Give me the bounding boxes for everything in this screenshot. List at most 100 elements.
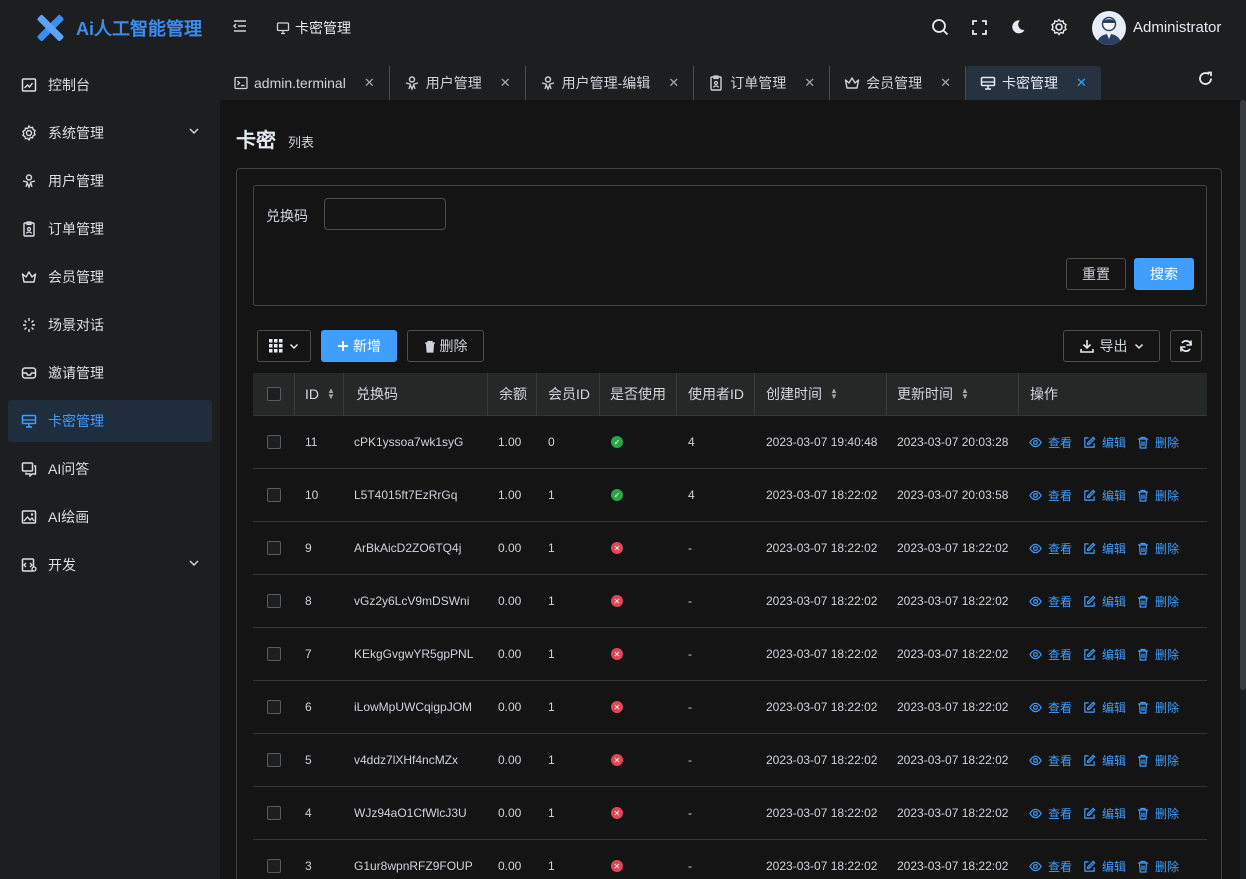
view-link[interactable]: 查看	[1029, 593, 1072, 610]
view-link[interactable]: 查看	[1029, 805, 1072, 822]
delete-link[interactable]: 删除	[1137, 805, 1179, 822]
collapse-menu-icon[interactable]	[232, 18, 248, 34]
view-link[interactable]: 查看	[1029, 487, 1072, 504]
eye-icon	[1029, 701, 1045, 714]
add-button[interactable]: 新增	[321, 330, 397, 362]
delete-link[interactable]: 删除	[1137, 646, 1179, 663]
delete-link[interactable]: 删除	[1137, 434, 1179, 451]
view-link[interactable]: 查看	[1029, 540, 1072, 557]
delete-link[interactable]: 删除	[1137, 858, 1179, 875]
sort-icon: ▲ ▼	[327, 386, 335, 401]
close-icon[interactable]: ✕	[804, 75, 815, 91]
cell-member-id: 1	[548, 859, 555, 873]
eye-icon	[1029, 754, 1045, 767]
delete-link[interactable]: 删除	[1137, 699, 1179, 716]
close-icon[interactable]: ✕	[364, 75, 375, 91]
delete-link[interactable]: 删除	[1137, 540, 1179, 557]
refresh-tabs-icon[interactable]	[1197, 70, 1214, 87]
view-label: 查看	[1048, 753, 1073, 768]
table-row: 4 WJz94aO1CfWlcJ3U 0.00 1 ✕ - 2023-03-07 18:22…	[253, 787, 1207, 840]
delete-link[interactable]: 删除	[1137, 487, 1179, 504]
edit-link[interactable]: 编辑	[1083, 487, 1126, 504]
row-checkbox[interactable]	[267, 435, 281, 449]
edit-link[interactable]: 编辑	[1083, 540, 1126, 557]
dark-mode-icon[interactable]	[1010, 19, 1026, 35]
view-link[interactable]: 查看	[1029, 858, 1072, 875]
select-all-checkbox[interactable]	[266, 387, 281, 401]
view-link[interactable]: 查看	[1029, 699, 1072, 716]
sidebar-item-5[interactable]: 场景对话	[8, 304, 212, 346]
sidebar-item-0[interactable]: 控制台	[8, 64, 212, 106]
row-checkbox[interactable]	[267, 806, 281, 820]
search-button[interactable]: 搜索	[1134, 258, 1194, 290]
unused-x-icon: ✕	[611, 860, 623, 872]
edit-label: 编辑	[1102, 806, 1127, 821]
tab-1[interactable]: 用户管理 ✕	[390, 66, 526, 100]
tab-2[interactable]: 用户管理-编辑 ✕	[526, 66, 695, 100]
sidebar-item-10[interactable]: 开发	[8, 544, 212, 586]
close-icon[interactable]: ✕	[940, 75, 951, 91]
view-link[interactable]: 查看	[1029, 434, 1072, 451]
cell-code: WJz94aO1CfWlcJ3U	[354, 806, 467, 820]
edit-link[interactable]: 编辑	[1083, 699, 1126, 716]
tab-5[interactable]: 卡密管理 ✕	[966, 66, 1101, 100]
row-checkbox[interactable]	[267, 647, 281, 661]
sidebar-item-8[interactable]: AI问答	[8, 448, 212, 490]
column-toggle-button[interactable]	[257, 330, 311, 362]
view-label: 查看	[1048, 647, 1073, 662]
reset-button[interactable]: 重置	[1066, 258, 1126, 290]
sidebar-item-7[interactable]: 卡密管理	[8, 400, 212, 442]
sidebar-item-2[interactable]: 用户管理	[8, 160, 212, 202]
close-icon[interactable]: ✕	[500, 75, 511, 91]
sidebar-item-4[interactable]: 会员管理	[8, 256, 212, 298]
th-updated[interactable]: 更新时间 ▲ ▼	[887, 373, 1019, 415]
table-row: 9 ArBkAicD2ZO6TQ4j 0.00 1 ✕ - 2023-03-07 18:22…	[253, 522, 1207, 575]
settings-icon[interactable]	[1050, 18, 1068, 36]
row-checkbox[interactable]	[267, 753, 281, 767]
row-checkbox[interactable]	[267, 594, 281, 608]
tab-4[interactable]: 会员管理 ✕	[830, 66, 967, 100]
row-checkbox[interactable]	[267, 700, 281, 714]
export-button[interactable]: 导出	[1063, 330, 1160, 362]
cell-updated: 2023-03-07 18:22:02	[897, 859, 1009, 873]
card-icon	[20, 412, 38, 430]
cell-member-id: 1	[548, 541, 555, 555]
table-body: 11 cPK1yssoa7wk1syG 1.00 0 ✓ 4 2023-03-07 19:4…	[253, 416, 1207, 879]
fullscreen-icon[interactable]	[972, 20, 987, 35]
view-link[interactable]: 查看	[1029, 646, 1072, 663]
th-created[interactable]: 创建时间 ▲ ▼	[755, 373, 887, 415]
sidebar-item-6[interactable]: 邀请管理	[8, 352, 212, 394]
tab-0[interactable]: admin.terminal ✕	[220, 66, 390, 100]
edit-link[interactable]: 编辑	[1083, 858, 1126, 875]
main-content: 卡密 列表 兑换码 重置 搜索 新增 删除 导出 ID ▲ ▼ 兑换码 余额 会…	[220, 100, 1240, 879]
search-icon[interactable]	[931, 18, 949, 36]
gear-icon	[20, 124, 38, 142]
delete-link[interactable]: 删除	[1137, 752, 1179, 769]
tab-3[interactable]: 订单管理 ✕	[694, 66, 831, 100]
edit-link[interactable]: 编辑	[1083, 646, 1126, 663]
close-icon[interactable]: ✕	[668, 75, 679, 91]
row-checkbox[interactable]	[267, 541, 281, 555]
delete-link[interactable]: 删除	[1137, 593, 1179, 610]
edit-link[interactable]: 编辑	[1083, 752, 1126, 769]
logo[interactable]: Ai人工智能管理	[0, 0, 220, 56]
sidebar-item-1[interactable]: 系统管理	[8, 112, 212, 154]
view-link[interactable]: 查看	[1029, 752, 1072, 769]
select-cell	[253, 840, 295, 879]
code-search-input[interactable]	[324, 198, 446, 230]
edit-link[interactable]: 编辑	[1083, 434, 1126, 451]
th-id[interactable]: ID ▲ ▼	[295, 373, 344, 415]
page-scrollbar[interactable]	[1240, 100, 1246, 690]
sidebar-item-9[interactable]: AI绘画	[8, 496, 212, 538]
close-icon[interactable]: ✕	[1076, 75, 1087, 91]
edit-link[interactable]: 编辑	[1083, 805, 1126, 822]
sidebar-item-3[interactable]: 订单管理	[8, 208, 212, 250]
batch-delete-button[interactable]: 删除	[407, 330, 484, 362]
refresh-table-button[interactable]	[1170, 330, 1202, 362]
view-label: 查看	[1048, 594, 1073, 609]
row-checkbox[interactable]	[267, 859, 281, 873]
avatar[interactable]	[1092, 11, 1126, 45]
row-checkbox[interactable]	[267, 488, 281, 502]
edit-link[interactable]: 编辑	[1083, 593, 1126, 610]
username[interactable]: Administrator	[1133, 19, 1221, 36]
